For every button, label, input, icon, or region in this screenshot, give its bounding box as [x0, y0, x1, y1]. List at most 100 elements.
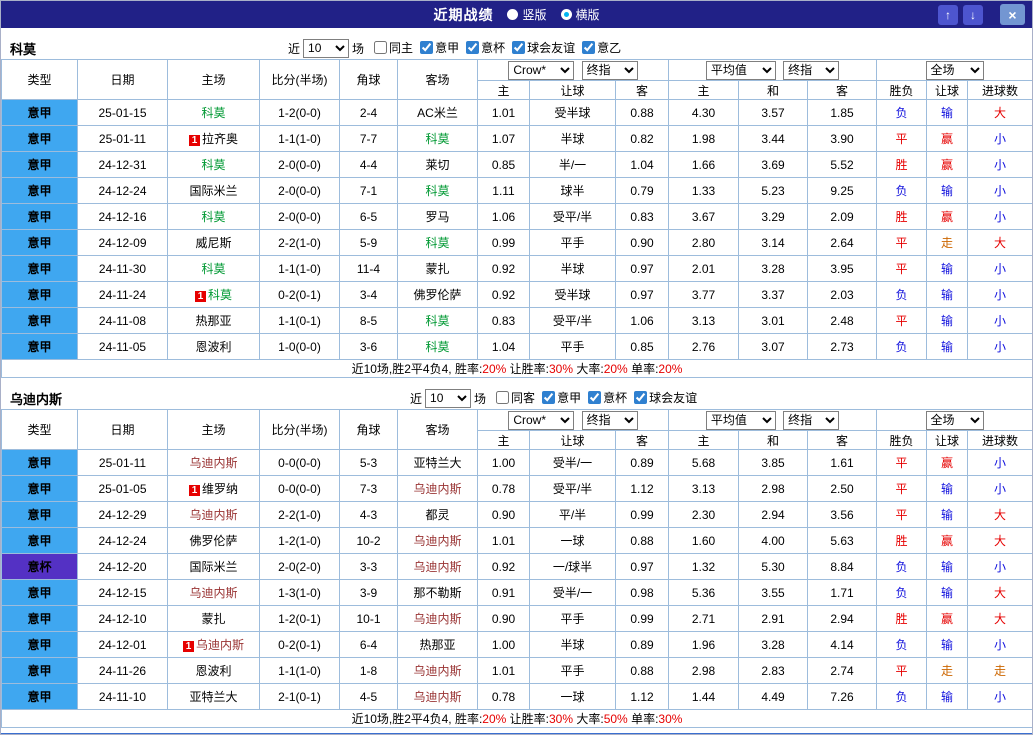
away-team: 那不勒斯: [413, 586, 462, 600]
close-button[interactable]: ×: [1000, 4, 1025, 25]
league-cell: 意甲: [1, 229, 78, 256]
sections-host: 科莫 近 10 场 同主 意甲 意杯 球会友谊 意乙 类型 日期 主场 比分(半场): [1, 37, 1032, 728]
odds-away-cell: 0.88: [615, 657, 669, 684]
odds-type-select[interactable]: 终指: [581, 60, 638, 80]
red-card-icon: 1: [194, 291, 206, 302]
league-cell: 意杯: [1, 553, 78, 580]
avg-home-cell: 2.01: [668, 255, 739, 282]
avg-type-select[interactable]: 终指: [783, 410, 840, 430]
radio-horizontal-layout[interactable]: 横版: [560, 6, 600, 23]
filter-label: 同主: [389, 41, 414, 55]
red-card-icon: 1: [182, 641, 194, 652]
result-handicap-cell: 赢: [926, 527, 969, 554]
score-cell: 0-0(0-0): [259, 475, 340, 502]
match-count-select[interactable]: 10: [303, 38, 350, 58]
result-goals-cell: 小: [967, 631, 1032, 658]
away-team: 热那亚: [419, 638, 456, 652]
filter-checkbox[interactable]: [582, 41, 596, 54]
result-goals-cell: 小: [967, 151, 1032, 178]
score-cell: 2-1(0-1): [259, 683, 340, 710]
handicap-cell: 受平/半: [529, 307, 616, 334]
filter-意杯[interactable]: 意杯: [466, 39, 505, 56]
odds-away-cell: 0.79: [615, 177, 669, 204]
filter-checkbox[interactable]: [420, 41, 434, 54]
league-cell: 意甲: [1, 177, 78, 204]
result-goals-cell: 大: [967, 605, 1032, 632]
avg-home-cell: 1.96: [668, 631, 739, 658]
avg-type-select[interactable]: 终指: [783, 60, 840, 80]
col-score-header: 比分(半场): [259, 59, 340, 100]
filter-球会友谊[interactable]: 球会友谊: [634, 389, 697, 406]
matches-label: 场: [352, 41, 365, 56]
match-count-select[interactable]: 10: [425, 388, 472, 408]
away-team: 罗马: [425, 210, 450, 224]
away-team: 科莫: [425, 132, 450, 146]
handicap-cell: 平/半: [529, 501, 616, 528]
corner-cell: 3-4: [339, 281, 398, 308]
filter-checkbox[interactable]: [496, 391, 510, 404]
filter-checkbox[interactable]: [542, 391, 556, 404]
avg-draw-cell: 3.14: [738, 229, 808, 256]
home-team: 拉齐奥: [201, 132, 238, 146]
avg-draw-cell: 5.30: [738, 553, 808, 580]
home-cell: 1蒙扎: [167, 605, 260, 632]
odds-home-cell: 0.90: [477, 501, 530, 528]
filter-checkbox[interactable]: [588, 391, 602, 404]
corner-cell: 7-3: [339, 475, 398, 502]
filter-意杯[interactable]: 意杯: [588, 389, 627, 406]
odds-company-select[interactable]: Crow*: [508, 410, 575, 430]
odds-company-select[interactable]: Crow*: [508, 60, 575, 80]
away-cell: 1乌迪内斯: [397, 683, 478, 710]
result-wdl-cell: 平: [876, 475, 928, 502]
avg-select[interactable]: 平均值: [705, 410, 776, 430]
odds-home-cell: 0.90: [477, 605, 530, 632]
scope-select[interactable]: 全场: [925, 60, 984, 80]
result-handicap-cell: 输: [926, 683, 969, 710]
filter-意甲[interactable]: 意甲: [420, 39, 459, 56]
away-team: 都灵: [425, 508, 450, 522]
scope-select[interactable]: 全场: [925, 410, 984, 430]
scroll-down-button[interactable]: ↓: [963, 4, 983, 25]
odds-home-cell: 1.01: [477, 527, 530, 554]
result-goals-cell: 大: [967, 99, 1032, 126]
avg-draw-header: 和: [738, 80, 808, 100]
filter-意甲[interactable]: 意甲: [542, 389, 581, 406]
odds-type-select[interactable]: 终指: [581, 410, 638, 430]
odds-handicap-header: 让球: [529, 80, 616, 100]
odds-away-cell: 1.12: [615, 475, 669, 502]
home-cell: 1乌迪内斯: [167, 501, 260, 528]
filter-checkbox[interactable]: [512, 41, 526, 54]
result-goals-cell: 小: [967, 255, 1032, 282]
avg-away-cell: 8.84: [806, 553, 878, 580]
result-handicap-cell: 输: [926, 177, 969, 204]
filter-checkbox[interactable]: [634, 391, 648, 404]
filter-checkbox[interactable]: [466, 41, 480, 54]
filter-checkbox[interactable]: [374, 41, 388, 54]
result-handicap-header: 让球: [926, 80, 969, 100]
filter-球会友谊[interactable]: 球会友谊: [512, 39, 575, 56]
filter-同主[interactable]: 同主: [374, 39, 413, 56]
away-cell: 1都灵: [397, 501, 478, 528]
scroll-up-button[interactable]: ↑: [938, 4, 958, 25]
result-goals-cell: 小: [967, 177, 1032, 204]
team-section: 科莫 近 10 场 同主 意甲 意杯 球会友谊 意乙 类型 日期 主场 比分(半场): [1, 37, 1032, 378]
result-handicap-cell: 赢: [926, 125, 969, 152]
odds-home-cell: 1.00: [477, 449, 530, 476]
filter-同客[interactable]: 同客: [496, 389, 535, 406]
avg-select[interactable]: 平均值: [705, 60, 776, 80]
result-goals-cell: 小: [967, 333, 1032, 360]
avg-away-cell: 9.25: [806, 177, 878, 204]
odds-home-cell: 0.92: [477, 281, 530, 308]
avg-home-cell: 1.98: [668, 125, 739, 152]
result-goals-cell: 小: [967, 203, 1032, 230]
radio-vertical-layout[interactable]: 竖版: [507, 6, 547, 23]
date-cell: 24-12-09: [77, 229, 168, 256]
up-arrow-icon: ↑: [945, 7, 951, 22]
odds-group-header: Crow* 终指: [477, 59, 669, 81]
league-cell: 意甲: [1, 151, 78, 178]
avg-away-cell: 1.71: [806, 579, 878, 606]
odds-home-cell: 1.01: [477, 99, 530, 126]
result-wdl-cell: 负: [876, 99, 928, 126]
filter-意乙[interactable]: 意乙: [582, 39, 621, 56]
handicap-cell: 受半球: [529, 281, 616, 308]
